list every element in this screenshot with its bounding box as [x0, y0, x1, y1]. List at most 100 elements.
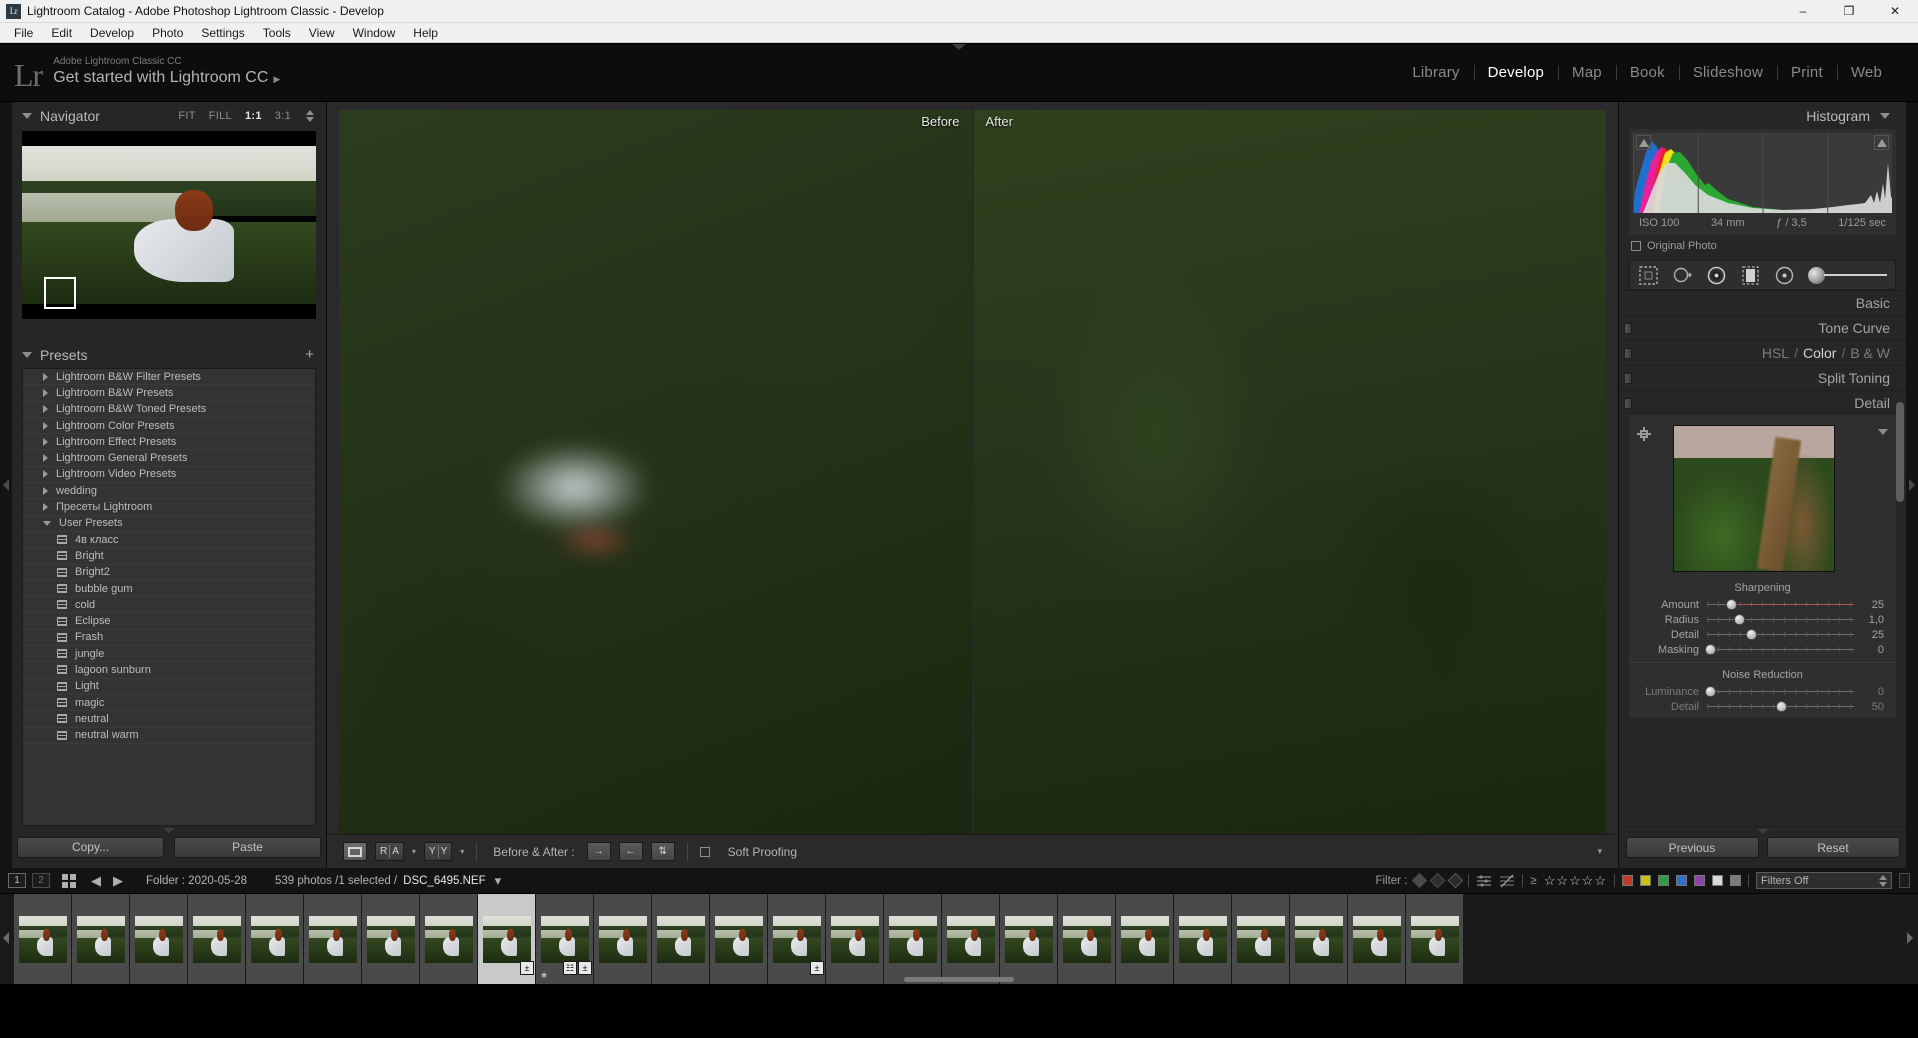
color-label-green[interactable] — [1658, 875, 1669, 886]
close-button[interactable]: ✕ — [1872, 0, 1918, 22]
navigator-disclosure-icon[interactable] — [22, 112, 32, 119]
filmstrip-thumbnail[interactable]: ± ☷ ★ — [536, 894, 594, 984]
grid-view-icon[interactable] — [62, 873, 76, 888]
module-develop[interactable]: Develop — [1473, 64, 1558, 81]
panel-basic[interactable]: Basic — [1619, 290, 1906, 315]
panel-hsl-color-bw[interactable]: HSL / Color / B & W — [1619, 340, 1906, 365]
crop-overlay-tool[interactable] — [1638, 265, 1659, 286]
zoom-fit[interactable]: FIT — [178, 110, 195, 122]
menu-file[interactable]: File — [5, 23, 42, 43]
slider-amount-knob[interactable] — [1725, 599, 1737, 610]
filmstrip-thumbnail[interactable] — [1116, 894, 1174, 984]
preset-item[interactable]: 4в класс — [23, 532, 315, 549]
filename-caret-icon[interactable]: ▾ — [492, 873, 505, 889]
copy-after-settings-to-before-button[interactable]: → — [586, 842, 611, 861]
slider-luminance-knob[interactable] — [1704, 686, 1716, 697]
flag-pick-icon[interactable] — [1412, 872, 1428, 889]
slider-masking-knob[interactable] — [1704, 644, 1716, 655]
toolbar-collapse-caret-icon[interactable]: ▾ — [1597, 846, 1602, 857]
filter-lock-icon[interactable] — [1899, 873, 1910, 888]
histogram-header[interactable]: Histogram — [1619, 102, 1906, 129]
filmstrip-thumbnail[interactable] — [652, 894, 710, 984]
preset-item[interactable]: magic — [23, 695, 315, 712]
slider-detail-knob[interactable] — [1746, 629, 1758, 640]
detail-switch[interactable] — [1624, 398, 1632, 409]
unedited-filter-icon[interactable] — [1499, 874, 1515, 888]
histogram-disclosure-icon[interactable] — [1880, 112, 1890, 119]
hsl-tab[interactable]: HSL — [1762, 345, 1789, 361]
filmstrip-thumbnail[interactable] — [188, 894, 246, 984]
color-label-yellow[interactable] — [1640, 875, 1651, 886]
filmstrip-thumbnail[interactable] — [1174, 894, 1232, 984]
top-panel-collapse-arrow[interactable] — [952, 44, 966, 50]
menu-photo[interactable]: Photo — [143, 23, 192, 43]
slider-masking[interactable]: Masking 0 — [1629, 642, 1896, 657]
slider-radius-value[interactable]: 1,0 — [1854, 614, 1884, 626]
preset-item[interactable]: neutral — [23, 711, 315, 728]
preset-group[interactable]: Пресеты Lightroom — [23, 499, 315, 516]
filmstrip-thumbnail[interactable] — [710, 894, 768, 984]
menu-tools[interactable]: Tools — [254, 23, 300, 43]
zoom-1-1[interactable]: 1:1 — [245, 110, 262, 122]
add-preset-button[interactable]: + — [305, 347, 314, 362]
menu-develop[interactable]: Develop — [81, 23, 143, 43]
module-print[interactable]: Print — [1776, 64, 1837, 81]
menu-window[interactable]: Window — [344, 23, 405, 43]
filmstrip-thumbnail[interactable]: ± — [478, 894, 536, 984]
preset-group[interactable]: Lightroom General Presets — [23, 450, 315, 467]
maximize-button[interactable]: ❐ — [1826, 0, 1872, 22]
filters-off-select[interactable]: Filters Off — [1756, 872, 1892, 889]
slider-luminance-track[interactable] — [1704, 686, 1854, 697]
reference-view-button[interactable]: RA — [375, 842, 404, 861]
filmstrip-thumbnail[interactable] — [1406, 894, 1464, 984]
navigator-region-of-interest[interactable] — [44, 277, 76, 309]
develop-badge-icon[interactable]: ± — [578, 961, 592, 975]
preset-group[interactable]: wedding — [23, 483, 315, 500]
menu-help[interactable]: Help — [404, 23, 447, 43]
flag-reject-icon[interactable] — [1448, 872, 1464, 889]
zoom-3-1[interactable]: 3:1 — [275, 110, 291, 122]
filmstrip-thumbnails[interactable]: ± ± ☷ ★ ± — [0, 894, 1918, 984]
rating-gte-icon[interactable]: ≥ — [1530, 875, 1536, 887]
preset-item[interactable]: jungle — [23, 646, 315, 663]
presets-header[interactable]: Presets + — [12, 341, 326, 368]
filmstrip-thumbnail[interactable] — [304, 894, 362, 984]
preset-item[interactable]: lagoon sunburn — [23, 662, 315, 679]
develop-badge-icon[interactable]: ± — [810, 961, 824, 975]
slider-detail[interactable]: Detail 25 — [1629, 627, 1896, 642]
module-map[interactable]: Map — [1558, 64, 1616, 81]
presets-disclosure-icon[interactable] — [22, 351, 32, 358]
navigator-preview[interactable] — [22, 131, 316, 319]
filmstrip-thumbnail[interactable] — [1290, 894, 1348, 984]
filmstrip-thumbnail[interactable] — [72, 894, 130, 984]
slider-noise-detail[interactable]: Detail 50 — [1629, 699, 1896, 714]
develop-badge-icon[interactable]: ± — [520, 961, 534, 975]
menu-settings[interactable]: Settings — [192, 23, 253, 43]
tone-curve-switch[interactable] — [1624, 323, 1632, 334]
filmstrip-thumbnail[interactable] — [246, 894, 304, 984]
zoom-fill[interactable]: FILL — [209, 110, 232, 122]
filmstrip-scroll-right[interactable] — [1904, 894, 1918, 984]
left-panel-collapse-arrow[interactable] — [0, 102, 12, 868]
filmstrip-thumbnail[interactable] — [826, 894, 884, 984]
panel-tone-curve[interactable]: Tone Curve — [1619, 315, 1906, 340]
filmstrip-thumbnail[interactable] — [942, 894, 1000, 984]
before-after-view-button[interactable]: YY — [423, 842, 453, 861]
original-photo-row[interactable]: Original Photo — [1619, 235, 1906, 258]
right-panel-scrollbar[interactable] — [1896, 402, 1904, 502]
filmstrip-thumbnail[interactable] — [362, 894, 420, 984]
shadow-clipping-indicator[interactable] — [1636, 135, 1651, 150]
preset-item[interactable]: Frash — [23, 630, 315, 647]
preset-group[interactable]: Lightroom Color Presets — [23, 418, 315, 435]
slider-noise-detail-value[interactable]: 50 — [1854, 701, 1884, 713]
paste-button[interactable]: Paste — [174, 836, 321, 858]
color-label-red[interactable] — [1622, 875, 1633, 886]
presets-list[interactable]: Lightroom B&W Filter Presets Lightroom B… — [22, 368, 316, 826]
menu-view[interactable]: View — [300, 23, 344, 43]
image-viewer[interactable]: Before After — [327, 102, 1618, 834]
detail-zoom-preview[interactable] — [1672, 425, 1835, 572]
preset-item[interactable]: cold — [23, 597, 315, 614]
slider-noise-detail-track[interactable] — [1707, 701, 1854, 712]
filmstrip-thumbnail[interactable] — [420, 894, 478, 984]
display-screen-1-button[interactable]: 1 — [8, 873, 26, 888]
